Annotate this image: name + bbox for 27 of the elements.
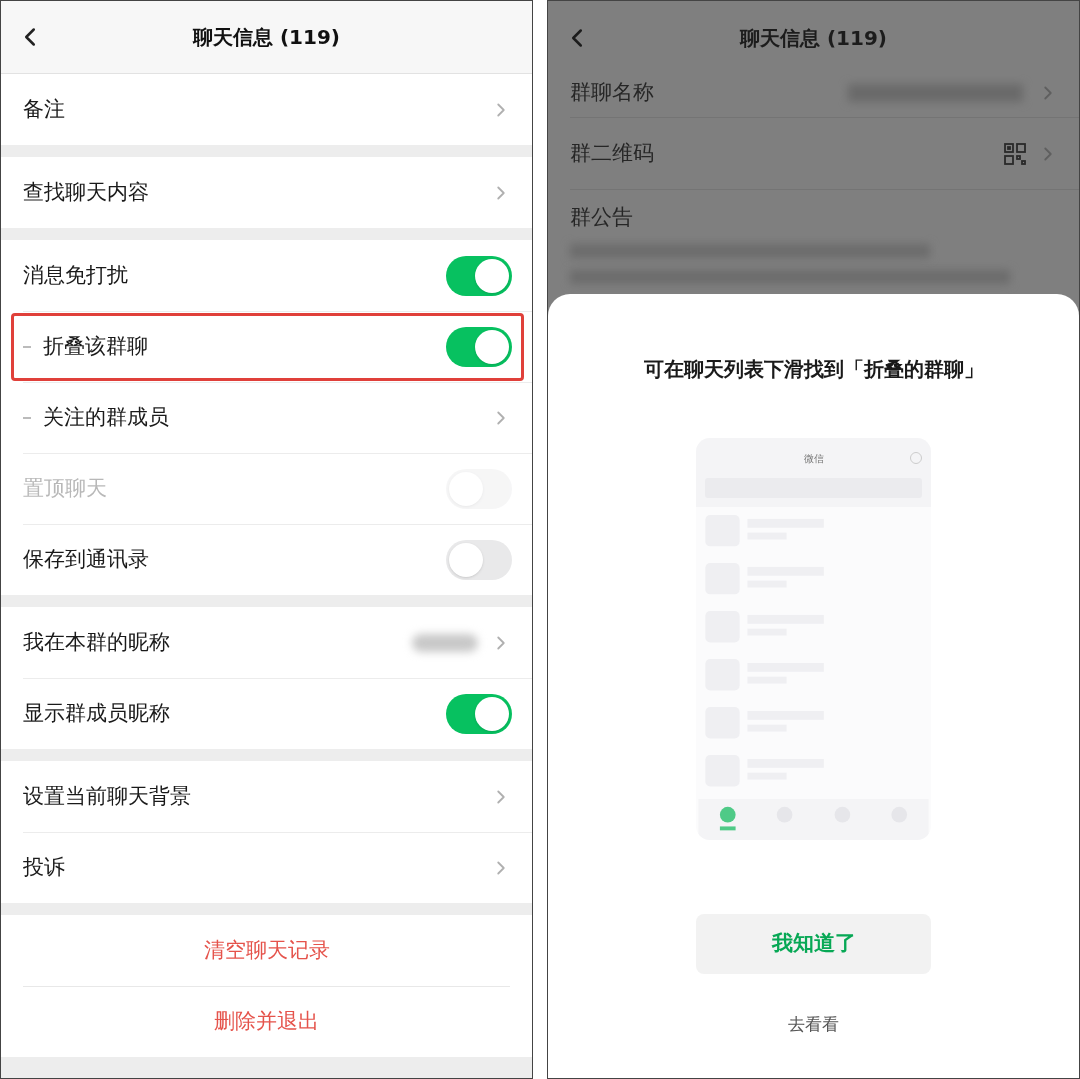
toggle-switch[interactable] — [446, 327, 512, 367]
sheet-title: 可在聊天列表下滑找到「折叠的群聊」 — [643, 356, 984, 383]
toggle-switch[interactable] — [446, 255, 512, 296]
go-look-link[interactable]: 去看看 — [788, 1012, 839, 1038]
preview-title: 微信 — [803, 451, 824, 466]
toggle-switch[interactable] — [446, 540, 512, 580]
setting-label: 置顶聊天 — [23, 475, 107, 503]
danger-action[interactable]: 删除并退出 — [214, 1006, 319, 1038]
screen-title: 聊天信息 (119) — [193, 24, 340, 51]
setting-label: 设置当前聊天背景 — [23, 782, 191, 810]
setting-label: 保存到通讯录 — [23, 546, 149, 574]
setting-label: 折叠该群聊 — [43, 333, 148, 361]
setting-label: 关注的群成员 — [43, 404, 169, 432]
qr-code-icon — [1003, 141, 1027, 166]
toggle-switch[interactable] — [446, 694, 512, 734]
setting-label: 查找聊天内容 — [23, 178, 149, 206]
got-it-button[interactable]: 我知道了 — [696, 914, 931, 974]
row-label: 群二维码 — [570, 139, 654, 167]
setting-label: 投诉 — [23, 854, 65, 882]
screen-title: 聊天信息 (119) — [740, 24, 887, 52]
row-label: 群公告 — [570, 204, 634, 231]
setting-label: 我在本群的昵称 — [23, 628, 170, 656]
setting-label: 消息免打扰 — [23, 261, 128, 289]
setting-label: 显示群成员昵称 — [23, 700, 170, 728]
row-label: 群聊名称 — [570, 79, 654, 107]
danger-action[interactable]: 清空聊天记录 — [203, 934, 330, 967]
setting-label: 备注 — [23, 95, 65, 123]
